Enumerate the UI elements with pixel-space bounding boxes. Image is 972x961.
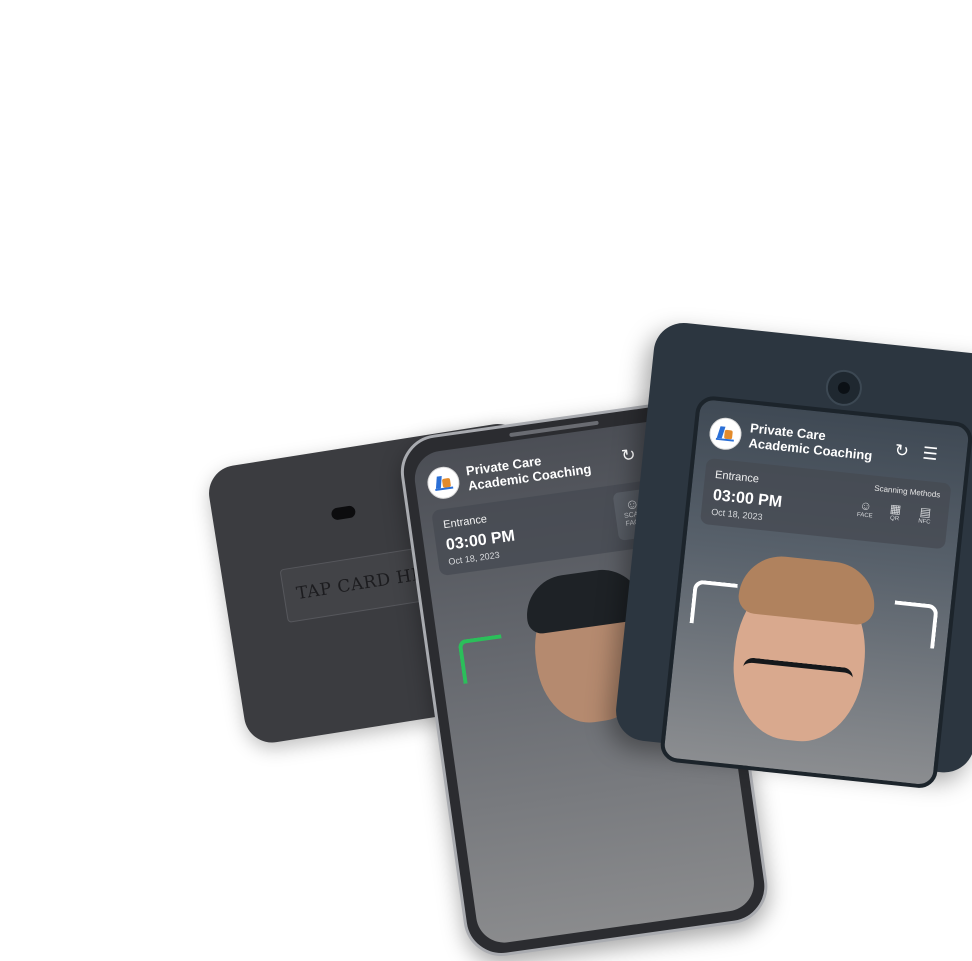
refresh-icon[interactable]: ↻ — [620, 445, 637, 466]
gate-name: Entrance — [714, 468, 760, 486]
method-nfc-button[interactable]: ▤ NFC — [911, 504, 939, 527]
qr-icon: ▦ — [889, 501, 902, 517]
kiosk-tablet-device: Private Care Academic Coaching ↻ ☰ Entra… — [613, 320, 972, 790]
menu-icon[interactable]: ☰ — [922, 444, 939, 464]
id-card-icon: ▤ — [919, 504, 932, 520]
reader-slot — [330, 505, 357, 521]
app-title: Private Care Academic Coaching — [465, 443, 618, 493]
method-face-button[interactable]: ☺ FACE — [851, 498, 879, 521]
scan-frame-corner-right — [890, 600, 939, 649]
app-title: Private Care Academic Coaching — [748, 420, 900, 466]
academy-logo-icon — [425, 464, 462, 501]
gate-time: 03:00 PM — [444, 527, 517, 554]
scan-frame-corner-left — [689, 579, 738, 628]
gate-name: Entrance — [442, 513, 488, 532]
method-qr-label: QR — [889, 515, 900, 523]
kiosk-camera — [824, 368, 864, 408]
scanning-methods-label: Scanning Methods — [873, 483, 941, 500]
method-qr-button[interactable]: ▦ QR — [881, 501, 909, 524]
kiosk-screen: Private Care Academic Coaching ↻ ☰ Entra… — [658, 394, 972, 790]
scan-frame-corner — [457, 634, 508, 684]
method-face-label: FACE — [856, 511, 873, 520]
academy-logo-icon — [707, 416, 744, 452]
method-nfc-label: NFC — [917, 518, 931, 526]
refresh-icon[interactable]: ↻ — [894, 441, 910, 461]
